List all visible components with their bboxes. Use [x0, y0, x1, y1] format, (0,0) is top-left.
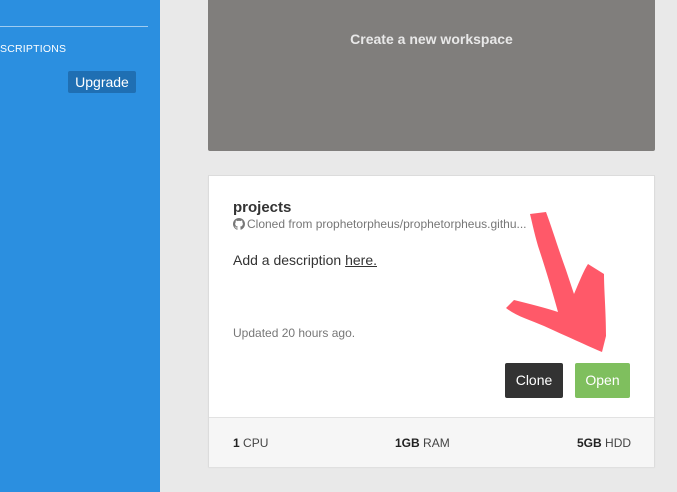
description-prefix: Add a description	[233, 252, 346, 268]
workspace-specs: 1 CPU 1GB RAM 5GB HDD	[209, 417, 654, 467]
cpu-value: 1	[233, 436, 240, 450]
upgrade-button[interactable]: Upgrade	[68, 71, 136, 93]
workspace-card: projects Cloned from prophetorpheus/prop…	[208, 175, 655, 467]
workspace-source: Cloned from prophetorpheus/prophetorpheu…	[233, 217, 529, 231]
sidebar-divider	[0, 26, 148, 27]
open-button[interactable]: Open	[575, 363, 630, 398]
hdd-value: 5GB	[577, 436, 602, 450]
workspace-description: Add a description here.	[233, 252, 377, 268]
add-description-link[interactable]: here.	[345, 252, 377, 268]
clone-button[interactable]: Clone	[505, 363, 563, 398]
ram-value: 1GB	[395, 436, 420, 450]
spec-ram: 1GB RAM	[395, 436, 450, 450]
workspace-source-text: Cloned from prophetorpheus/prophetorpheu…	[247, 217, 527, 231]
create-workspace-card[interactable]: Create a new workspace	[208, 0, 655, 151]
ram-unit: RAM	[423, 436, 450, 450]
github-icon	[233, 218, 245, 230]
hdd-unit: HDD	[605, 436, 632, 450]
spec-cpu: 1 CPU	[233, 436, 268, 450]
sidebar: SCRIPTIONS Upgrade	[0, 0, 160, 492]
sidebar-section-subscriptions: SCRIPTIONS	[0, 43, 67, 55]
workspace-name[interactable]: projects	[233, 199, 291, 216]
cpu-unit: CPU	[243, 436, 269, 450]
create-workspace-label: Create a new workspace	[350, 31, 513, 47]
spec-hdd: 5GB HDD	[577, 436, 631, 450]
plus-circle-icon	[407, 0, 455, 4]
workspace-updated: Updated 20 hours ago.	[233, 326, 356, 340]
